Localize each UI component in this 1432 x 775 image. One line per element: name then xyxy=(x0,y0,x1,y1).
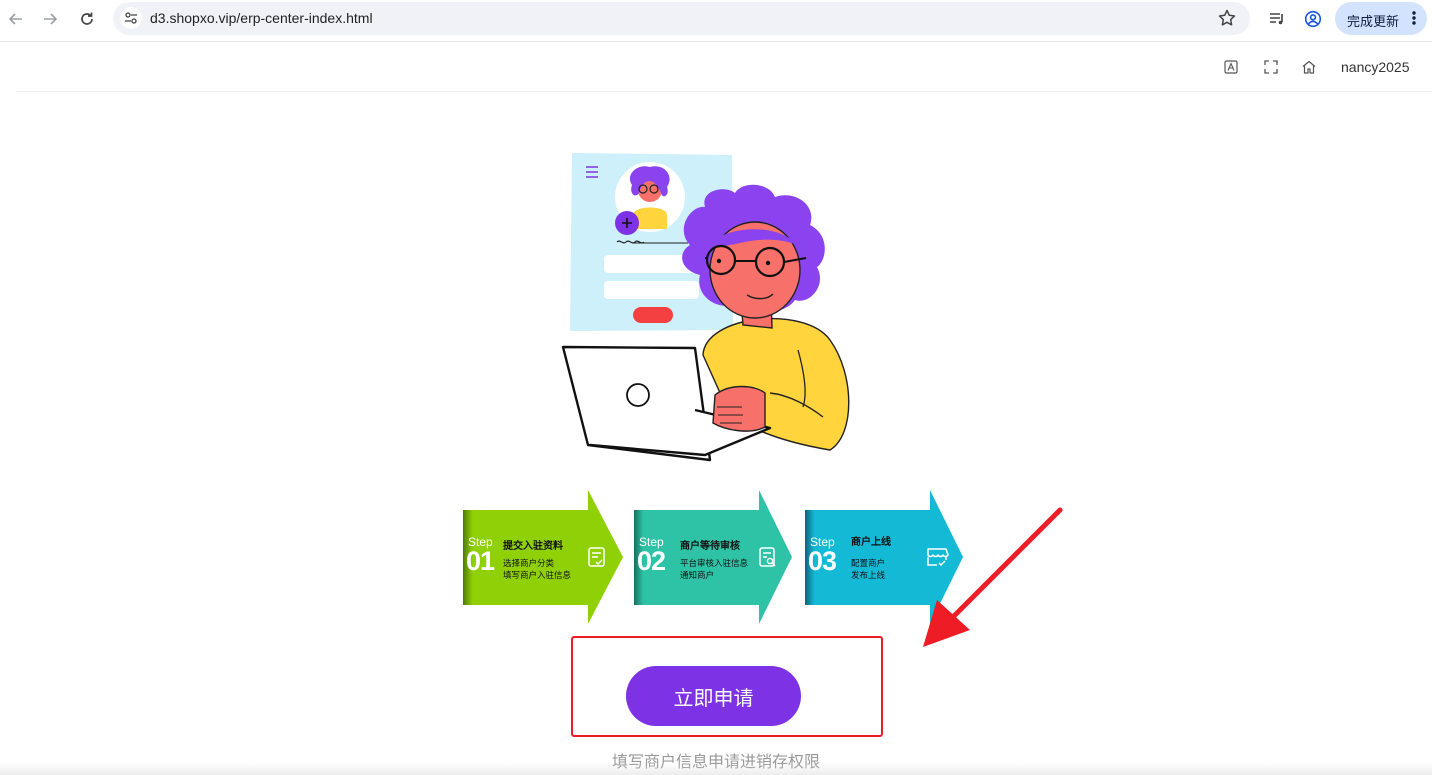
step-description: 平台审核入驻信息 通知商户 xyxy=(680,558,748,582)
translate-icon[interactable] xyxy=(1223,59,1239,75)
step-description: 选择商户分类 填写商户入驻信息 xyxy=(503,558,571,582)
url-text[interactable]: d3.shopxo.vip/erp-center-index.html xyxy=(150,10,373,26)
step-title: 提交入驻资料 xyxy=(503,541,563,552)
step-desc-line: 平台审核入驻信息 xyxy=(680,559,749,569)
step-01: Step 01 提交入驻资料 选择商户分类 填写商户入驻信息 xyxy=(463,490,623,624)
star-icon[interactable] xyxy=(1217,8,1237,33)
bottom-shadow xyxy=(0,762,1432,775)
fullscreen-icon[interactable] xyxy=(1263,59,1279,75)
profile-icon[interactable] xyxy=(1300,6,1326,32)
more-icon[interactable] xyxy=(1412,10,1416,31)
step-number: 02 xyxy=(637,546,666,576)
step-desc-line: 选择商户分类 xyxy=(503,559,555,569)
document-check-icon xyxy=(587,546,607,568)
merchant-illustration xyxy=(555,145,865,470)
document-search-icon xyxy=(758,546,778,568)
red-arrow-annotation xyxy=(923,507,1063,647)
step-title: 商户上线 xyxy=(851,537,891,548)
site-info-icon[interactable] xyxy=(120,7,142,29)
step-desc-line: 填写商户入驻信息 xyxy=(503,571,572,581)
step-title: 商户等待审核 xyxy=(680,541,740,552)
step-desc-line: 配置商户 xyxy=(851,559,886,569)
address-bar[interactable]: d3.shopxo.vip/erp-center-index.html xyxy=(113,2,1250,35)
update-label: 完成更新 xyxy=(1347,15,1400,30)
reload-icon[interactable] xyxy=(74,6,100,32)
step-number: 01 xyxy=(466,546,495,576)
media-icon[interactable] xyxy=(1264,6,1290,32)
step-number: 03 xyxy=(808,546,837,576)
back-icon[interactable] xyxy=(3,6,29,32)
update-button[interactable]: 完成更新 xyxy=(1335,2,1427,35)
step-desc-line: 通知商户 xyxy=(680,571,715,581)
page-header: nancy2025 xyxy=(16,42,1432,92)
username[interactable]: nancy2025 xyxy=(1341,59,1410,75)
step-02: Step 02 商户等待审核 平台审核入驻信息 通知商户 xyxy=(634,490,794,624)
apply-now-button[interactable]: 立即申请 xyxy=(626,666,801,726)
step-desc-line: 发布上线 xyxy=(851,571,886,581)
forward-icon[interactable] xyxy=(37,6,63,32)
home-icon[interactable] xyxy=(1301,59,1317,75)
browser-toolbar: d3.shopxo.vip/erp-center-index.html 完成更新 xyxy=(0,0,1432,42)
step-description: 配置商户 发布上线 xyxy=(851,558,885,582)
